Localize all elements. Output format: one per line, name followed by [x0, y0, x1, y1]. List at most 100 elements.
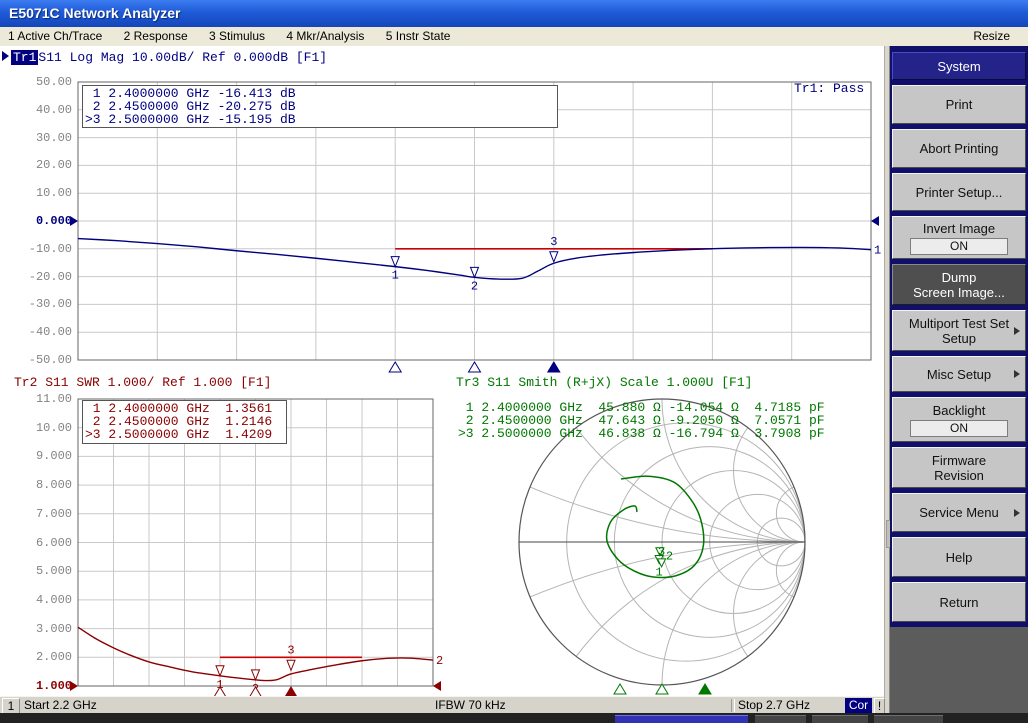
- menu-mkr-analysis[interactable]: 4 Mkr/Analysis: [286, 27, 364, 46]
- multiport-test-set-setup-button[interactable]: Multiport Test SetSetup: [892, 310, 1026, 351]
- y-tick-label: 0.000: [8, 215, 72, 227]
- tr2-stimulus-marker-icon: [285, 687, 297, 696]
- window-title: E5071C Network Analyzer: [9, 5, 180, 21]
- y-tick-label: -10.00: [8, 243, 72, 255]
- tr3-marker-row: >32.5000000 GHz46.838 Ω-16.794 Ω3.7908 p…: [458, 427, 825, 440]
- y-tick-label: -40.00: [8, 326, 72, 338]
- y-tick-label: 30.00: [8, 132, 72, 144]
- backlight-on-toggle[interactable]: ON: [910, 420, 1008, 437]
- status-bar: 1 Start 2.2 GHz IFBW 70 kHz Stop 2.7 GHz…: [0, 696, 884, 713]
- plot-area: 12311232123 Tr1S11 Log Mag 10.00dB/ Ref …: [0, 46, 884, 696]
- correction-badge: Cor: [845, 698, 872, 713]
- softkey-label: System: [893, 59, 1025, 74]
- dump-screen-image-button[interactable]: DumpScreen Image...: [892, 264, 1026, 305]
- os-taskbar-sliver: [0, 713, 1028, 723]
- return-button[interactable]: Return: [892, 582, 1026, 622]
- system-button[interactable]: System: [892, 52, 1026, 80]
- y-tick-label: 4.000: [8, 594, 72, 606]
- softkey-label: Multiport Test Set: [893, 316, 1025, 331]
- taskbar-item[interactable]: [874, 715, 943, 723]
- y-tick-label: 50.00: [8, 76, 72, 88]
- abort-printing-button[interactable]: Abort Printing: [892, 129, 1026, 168]
- tr1-marker-label: 1: [392, 269, 399, 283]
- softkey-menu: System Print Abort Printing Printer Setup..…: [890, 46, 1028, 713]
- active-trace-arrow-icon: [2, 51, 9, 61]
- softkey-label: Backlight: [893, 403, 1025, 418]
- app-window: E5071C Network Analyzer 1 Active Ch/Trac…: [0, 0, 1028, 723]
- tr1-stimulus-marker-icon: [469, 362, 481, 372]
- tr2-active-marker-icon: [287, 660, 295, 670]
- tr1-marker-icon: [471, 267, 479, 277]
- menu-stimulus[interactable]: 3 Stimulus: [209, 27, 265, 46]
- tr2-header[interactable]: Tr2 S11 SWR 1.000/ Ref 1.000 [F1]: [14, 376, 271, 390]
- tr1-badge: Tr1: [11, 50, 38, 65]
- y-tick-label: -50.00: [8, 354, 72, 366]
- menu-active-ch-trace[interactable]: 1 Active Ch/Trace: [8, 27, 102, 46]
- print-button[interactable]: Print: [892, 85, 1026, 124]
- tr1-marker-label: 2: [471, 279, 478, 293]
- help-button[interactable]: Help: [892, 537, 1026, 577]
- tr3-header[interactable]: Tr3 S11 Smith (R+jX) Scale 1.000U [F1]: [456, 376, 752, 390]
- tr1-trace-number: 1: [874, 244, 881, 258]
- taskbar-item-active[interactable]: [615, 715, 748, 723]
- tr3-trace: [607, 476, 704, 577]
- softkey-label: Dump: [893, 270, 1025, 285]
- invert-image-button[interactable]: Invert Image ON: [892, 216, 1026, 259]
- softkey-label: Screen Image...: [893, 285, 1025, 300]
- tr2-marker-label: 3: [287, 643, 294, 657]
- menu-response[interactable]: 2 Response: [124, 27, 188, 46]
- submenu-arrow-icon: [1014, 370, 1020, 378]
- tr3-stimulus-marker-icon: [699, 684, 711, 694]
- tr2-ref-marker-icon: [433, 681, 441, 691]
- taskbar-item[interactable]: [812, 715, 868, 723]
- tr1-stimulus-marker-icon: [548, 362, 560, 372]
- y-tick-label: -30.00: [8, 298, 72, 310]
- tr3-marker-label: 2: [666, 550, 673, 564]
- softkey-label: Misc Setup: [893, 367, 1025, 382]
- softkey-label: Service Menu: [893, 505, 1025, 520]
- tr2-trace-number: 2: [436, 654, 443, 668]
- y-tick-label: 8.000: [8, 479, 72, 491]
- y-tick-label: 7.000: [8, 508, 72, 520]
- y-tick-label: 3.000: [8, 623, 72, 635]
- misc-setup-button[interactable]: Misc Setup: [892, 356, 1026, 392]
- title-bar[interactable]: E5071C Network Analyzer: [0, 0, 1028, 27]
- y-tick-label: 20.00: [8, 159, 72, 171]
- tr2-marker-icon: [216, 666, 224, 676]
- submenu-arrow-icon: [1014, 509, 1020, 517]
- firmware-revision-button[interactable]: FirmwareRevision: [892, 447, 1026, 488]
- tr3-stimulus-marker-icon: [614, 684, 626, 694]
- backlight-button[interactable]: Backlight ON: [892, 397, 1026, 442]
- invert-image-on-toggle[interactable]: ON: [910, 238, 1008, 255]
- tr2-marker-table: 12.4000000 GHz1.3561 22.4500000 GHz1.214…: [82, 400, 287, 444]
- y-tick-label: 11.00: [8, 393, 72, 405]
- menu-resize[interactable]: Resize: [973, 27, 1010, 46]
- softkey-label: Invert Image: [893, 221, 1025, 236]
- y-tick-label: 5.000: [8, 565, 72, 577]
- tr3-smith-graph[interactable]: 123: [90, 46, 884, 696]
- tr1-marker-label: 3: [550, 235, 557, 249]
- softkey-menu-empty-area: [890, 627, 1028, 723]
- charts-canvas[interactable]: 12311232123: [0, 46, 884, 696]
- menu-instr-state[interactable]: 5 Instr State: [386, 27, 451, 46]
- tr1-marker-row: >32.5000000 GHz-15.195 dB: [85, 113, 557, 126]
- tr1-limit-status: Tr1: Pass: [794, 82, 864, 96]
- status-divider: [731, 699, 735, 712]
- tr1-format-label: S11 Log Mag 10.00dB/ Ref 0.000dB [F1]: [38, 50, 327, 65]
- y-tick-label: -20.00: [8, 271, 72, 283]
- menu-bar: 1 Active Ch/Trace 2 Response 3 Stimulus …: [0, 27, 1028, 47]
- y-tick-label: 2.000: [8, 651, 72, 663]
- taskbar-item[interactable]: [755, 715, 806, 723]
- y-tick-label: 40.00: [8, 104, 72, 116]
- y-tick-label: 10.00: [8, 422, 72, 434]
- tr3-marker-label: 3: [658, 545, 665, 559]
- submenu-arrow-icon: [1014, 327, 1020, 335]
- tr1-header[interactable]: Tr1S11 Log Mag 10.00dB/ Ref 0.000dB [F1]: [2, 51, 327, 65]
- printer-setup-button[interactable]: Printer Setup...: [892, 173, 1026, 211]
- softkey-label: Help: [893, 550, 1025, 565]
- softkey-label: Abort Printing: [893, 141, 1025, 156]
- service-menu-button[interactable]: Service Menu: [892, 493, 1026, 532]
- tr1-ref-marker-icon: [871, 216, 879, 226]
- tr1-stimulus-marker-icon: [389, 362, 401, 372]
- stop-frequency-label: Stop 2.7 GHz: [738, 698, 810, 713]
